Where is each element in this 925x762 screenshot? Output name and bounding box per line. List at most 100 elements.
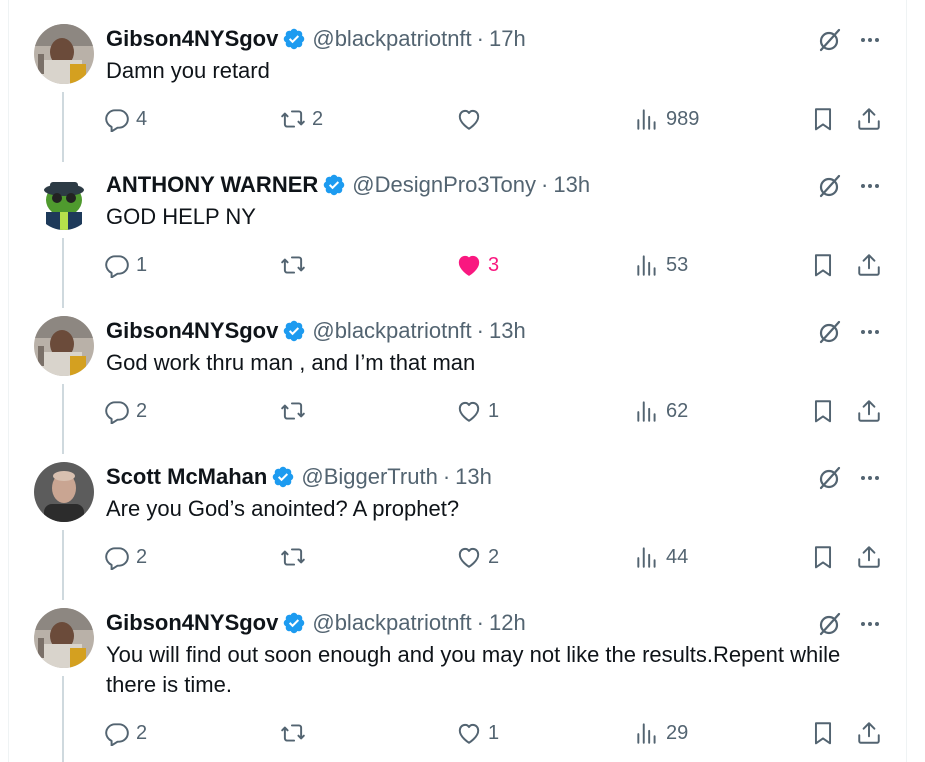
views-button[interactable]: 44 [634, 542, 688, 572]
views-button[interactable]: 29 [634, 718, 688, 748]
bookmark-button[interactable] [810, 104, 836, 134]
retweet-button[interactable] [280, 396, 312, 426]
tweet-text: GOD HELP NY [106, 204, 256, 229]
like-button[interactable] [456, 104, 488, 134]
more-icon[interactable] [858, 464, 882, 492]
grok-icon[interactable] [816, 318, 844, 346]
tweet-text: Damn you retard [106, 58, 270, 83]
grok-icon[interactable] [816, 610, 844, 638]
reply-button[interactable]: 4 [104, 104, 147, 134]
share-button[interactable] [856, 396, 882, 426]
share-button[interactable] [856, 104, 882, 134]
like-button[interactable]: 3 [456, 250, 499, 280]
more-icon[interactable] [858, 172, 882, 200]
retweet-button[interactable] [280, 250, 312, 280]
action-bar: 2 2 44 [8, 542, 906, 572]
timestamp[interactable]: 13h [489, 318, 526, 344]
user-handle[interactable]: @blackpatriotnft [312, 26, 471, 52]
share-icon [858, 400, 880, 422]
like-count: 1 [488, 721, 500, 744]
views-button[interactable]: 989 [634, 104, 699, 134]
separator-dot: · [476, 318, 484, 343]
display-name[interactable]: Gibson4NYSgov [106, 610, 278, 636]
bookmark-button[interactable] [810, 542, 836, 572]
retweet-button[interactable] [280, 542, 312, 572]
reply-button[interactable]: 2 [104, 718, 147, 748]
avatar[interactable] [34, 24, 94, 84]
like-button[interactable]: 2 [456, 542, 499, 572]
display-name[interactable]: Gibson4NYSgov [106, 26, 278, 52]
action-bar: 2 1 62 [8, 396, 906, 426]
views-button[interactable]: 53 [634, 250, 688, 280]
user-handle[interactable]: @BiggerTruth [301, 464, 437, 490]
display-name[interactable]: ANTHONY WARNER [106, 172, 318, 198]
timestamp[interactable]: 13h [455, 464, 492, 490]
bookmark-icon [814, 108, 832, 131]
bookmark-button[interactable] [810, 718, 836, 748]
bookmark-button[interactable] [810, 396, 836, 426]
reply-count: 2 [136, 545, 148, 568]
reply-button[interactable]: 2 [104, 542, 147, 572]
tweet-header: Scott McMahan @BiggerTruth · 13h [106, 462, 492, 492]
like-icon [458, 723, 480, 744]
tweet-header: Gibson4NYSgov @blackpatriotnft · 17h [106, 24, 526, 54]
action-bar: 1 3 53 [8, 250, 906, 280]
tweet-text: Are you God’s anointed? A prophet? [106, 496, 460, 521]
grok-icon[interactable] [816, 464, 844, 492]
display-name[interactable]: Gibson4NYSgov [106, 318, 278, 344]
like-button[interactable]: 1 [456, 718, 499, 748]
reply-button[interactable]: 2 [104, 396, 147, 426]
user-handle[interactable]: @blackpatriotnft [312, 318, 471, 344]
share-button[interactable] [856, 718, 882, 748]
user-handle[interactable]: @blackpatriotnft [312, 610, 471, 636]
retweet-icon [281, 110, 305, 128]
reply-count: 2 [136, 721, 148, 744]
timestamp[interactable]: 12h [489, 610, 526, 636]
more-icon[interactable] [858, 26, 882, 54]
retweet-button[interactable] [280, 718, 312, 748]
bookmark-button[interactable] [810, 250, 836, 280]
timestamp[interactable]: 13h [553, 172, 590, 198]
view-count: 989 [666, 107, 700, 130]
reply-icon [105, 109, 129, 132]
grok-icon[interactable] [816, 172, 844, 200]
view-count: 44 [666, 545, 689, 568]
more-icon[interactable] [858, 610, 882, 638]
grok-icon[interactable] [816, 26, 844, 54]
views-icon [637, 723, 656, 744]
views-icon [637, 547, 656, 568]
retweet-icon [281, 256, 305, 274]
avatar[interactable] [34, 462, 94, 522]
verified-badge-icon [322, 173, 346, 197]
share-icon [858, 546, 880, 568]
separator-dot: · [541, 172, 549, 197]
retweet-icon [281, 548, 305, 566]
reply-button[interactable]: 1 [104, 250, 147, 280]
user-handle[interactable]: @DesignPro3Tony [352, 172, 536, 198]
share-button[interactable] [856, 542, 882, 572]
separator-dot: · [442, 464, 451, 489]
more-icon[interactable] [858, 318, 882, 346]
verified-badge-icon [271, 465, 295, 489]
bookmark-icon [814, 546, 832, 569]
avatar[interactable] [34, 608, 94, 668]
like-icon [458, 255, 480, 276]
share-button[interactable] [856, 250, 882, 280]
retweet-count: 2 [312, 107, 324, 130]
retweet-button[interactable]: 2 [280, 104, 323, 134]
views-button[interactable]: 62 [634, 396, 688, 426]
timestamp[interactable]: 17h [489, 26, 526, 52]
reply-count: 2 [136, 399, 148, 422]
view-count: 53 [666, 253, 689, 276]
like-icon [458, 401, 480, 422]
action-bar: 2 1 29 [8, 718, 906, 748]
action-bar: 4 2 989 [8, 104, 906, 134]
avatar[interactable] [34, 316, 94, 376]
retweet-icon [281, 724, 305, 742]
like-button[interactable]: 1 [456, 396, 499, 426]
tweet-header: Gibson4NYSgov @blackpatriotnft · 12h [106, 608, 526, 638]
like-icon [458, 109, 480, 130]
avatar[interactable] [34, 170, 94, 230]
bookmark-icon [814, 254, 832, 277]
display-name[interactable]: Scott McMahan [106, 464, 267, 490]
